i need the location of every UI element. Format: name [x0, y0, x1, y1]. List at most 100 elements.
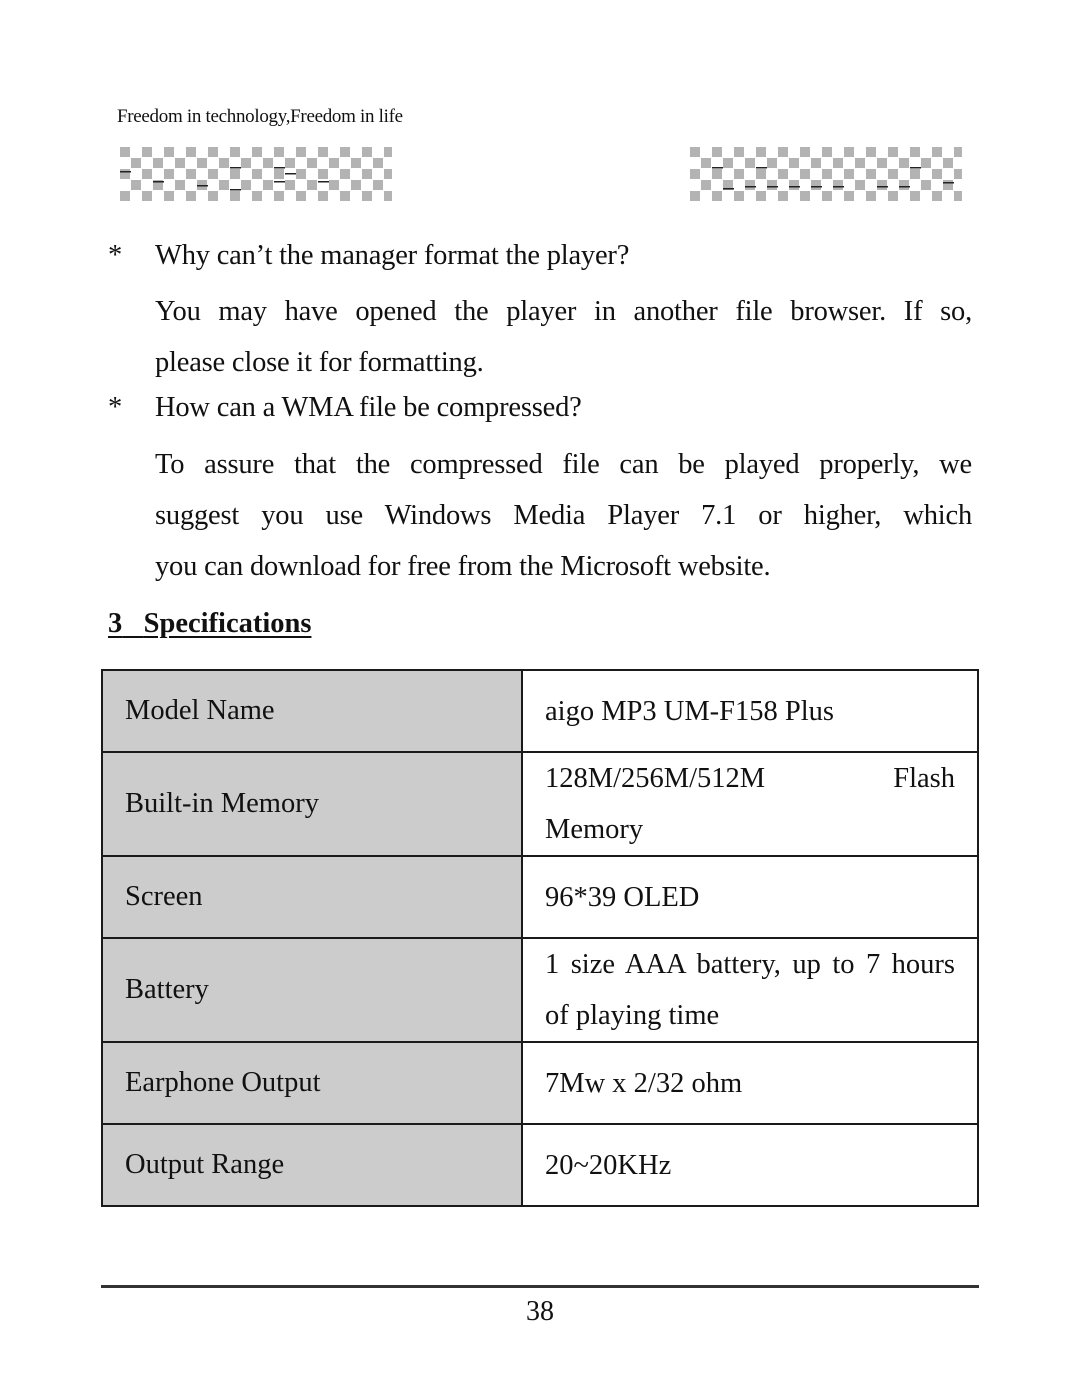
checker-square [307, 158, 317, 168]
checker-square [164, 191, 174, 201]
checker-square [734, 147, 744, 157]
checker-dash [274, 181, 285, 183]
answer-line: To assure that the compressed file can b… [155, 449, 972, 480]
checker-dash [899, 186, 910, 188]
checker-square [318, 147, 328, 157]
faq-question-1: * Why can’t the manager format the player… [108, 240, 629, 272]
checker-dash [285, 173, 296, 175]
checker-banner-left-icon [120, 147, 392, 201]
checker-square [877, 158, 887, 168]
checker-square [888, 191, 898, 201]
checker-square [340, 191, 350, 201]
checker-square [230, 169, 240, 179]
answer-line: suggest you use Windows Media Player 7.1… [155, 500, 972, 531]
checker-square [690, 169, 700, 179]
checker-square [910, 191, 920, 201]
checker-square [131, 180, 141, 190]
spec-value: 7Mw x 2/32 ohm [521, 1041, 979, 1125]
checker-square [844, 147, 854, 157]
checker-square [745, 180, 755, 190]
checker-square [756, 191, 766, 201]
value-line: aigo MP3 UM-F158 Plus [545, 695, 835, 727]
spec-label: Earphone Output [101, 1041, 523, 1125]
checker-square [373, 158, 383, 168]
checker-square [384, 169, 392, 179]
checker-square [822, 191, 832, 201]
spec-value: aigo MP3 UM-F158 Plus [521, 669, 979, 753]
checker-square [789, 158, 799, 168]
checker-square [164, 147, 174, 157]
table-row: Model Name aigo MP3 UM-F158 Plus [101, 669, 979, 753]
checker-dash [943, 182, 954, 184]
checker-square [734, 169, 744, 179]
checker-square [844, 191, 854, 201]
checker-square [274, 191, 284, 201]
checker-square [285, 158, 295, 168]
checker-square [230, 191, 240, 201]
checker-square [186, 147, 196, 157]
table-row: Built-in Memory 128M/256M/512M Flash Memo… [101, 751, 979, 857]
spec-value: 20~20KHz [521, 1123, 979, 1207]
checker-dash [833, 186, 844, 188]
checker-square [362, 191, 372, 201]
checker-square [811, 158, 821, 168]
checker-square [943, 158, 953, 168]
checker-square [329, 180, 339, 190]
checker-square [910, 169, 920, 179]
spec-label: Model Name [101, 669, 523, 753]
checker-square [362, 169, 372, 179]
checker-square [362, 147, 372, 157]
checker-square [296, 191, 306, 201]
checker-square [175, 180, 185, 190]
checker-square [351, 180, 361, 190]
checker-square [712, 191, 722, 201]
checker-pattern [120, 147, 392, 201]
checker-dash [230, 167, 241, 169]
value-line: 1 size AAA battery, up to 7 hours [545, 949, 955, 980]
checker-square [921, 158, 931, 168]
checker-square [252, 147, 262, 157]
checker-square [690, 191, 700, 201]
checker-square [296, 147, 306, 157]
checker-square [241, 180, 251, 190]
spec-value: 128M/256M/512M Flash Memory [521, 751, 979, 857]
section-number: 3 [108, 608, 123, 639]
faq-answer-2: To assure that the compressed file can b… [155, 439, 972, 592]
checker-square [822, 147, 832, 157]
header-tagline: Freedom in technology,Freedom in life [117, 106, 403, 127]
table-row: Screen 96*39 OLED [101, 855, 979, 939]
checker-square [373, 180, 383, 190]
checker-square [866, 147, 876, 157]
checker-square [208, 191, 218, 201]
checker-square [230, 147, 240, 157]
checker-square [142, 191, 152, 201]
checker-dash [153, 181, 164, 183]
checker-square [186, 169, 196, 179]
answer-line: please close it for formatting. [155, 347, 484, 378]
spec-value: 1 size AAA battery, up to 7 hours of play… [521, 937, 979, 1043]
checker-square [811, 180, 821, 190]
checker-square [855, 180, 865, 190]
checker-square [701, 180, 711, 190]
checker-dash [877, 186, 888, 188]
answer-line: You may have opened the player in anothe… [155, 296, 972, 327]
value-line: 96*39 OLED [545, 881, 700, 913]
checker-square [712, 147, 722, 157]
checker-square [340, 169, 350, 179]
checker-square [712, 169, 722, 179]
checker-square [778, 191, 788, 201]
faq-answer-1: You may have opened the player in anothe… [155, 286, 972, 388]
checker-square [252, 169, 262, 179]
value-line: 20~20KHz [545, 1149, 672, 1181]
checker-dash [197, 185, 208, 187]
checker-dash [789, 186, 800, 188]
checker-square [318, 169, 328, 179]
checker-square [954, 169, 962, 179]
checker-square [954, 147, 962, 157]
checker-square [833, 158, 843, 168]
checker-square [384, 147, 392, 157]
checker-square [296, 169, 306, 179]
checker-square [263, 180, 273, 190]
checker-square [822, 169, 832, 179]
checker-square [690, 147, 700, 157]
